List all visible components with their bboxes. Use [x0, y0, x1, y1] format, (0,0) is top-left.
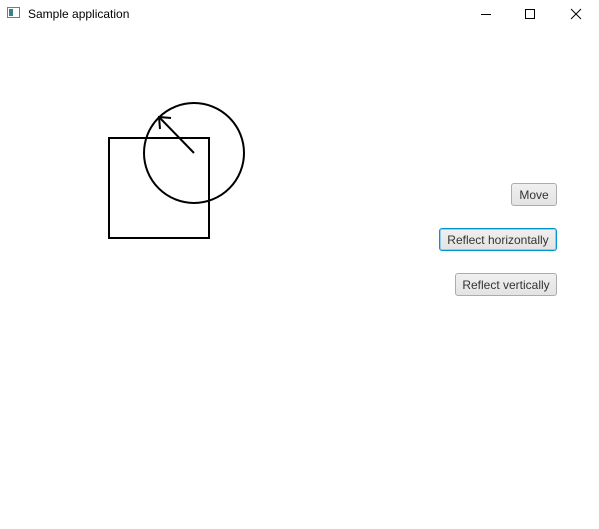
- close-icon: [570, 8, 582, 20]
- arrow-shape: [157, 115, 195, 154]
- title-bar[interactable]: Sample application: [0, 0, 599, 28]
- reflect-vertically-button[interactable]: Reflect vertically: [455, 273, 557, 296]
- application-window: Sample application Move Reflect horizont…: [0, 0, 599, 529]
- maximize-button[interactable]: [507, 0, 553, 28]
- window-title: Sample application: [28, 7, 130, 21]
- maximize-icon: [525, 9, 535, 19]
- minimize-button[interactable]: [463, 0, 509, 28]
- reflect-horizontally-button[interactable]: Reflect horizontally: [439, 228, 557, 251]
- minimize-icon: [481, 14, 491, 15]
- close-button[interactable]: [553, 0, 599, 28]
- app-window-icon: [7, 7, 20, 18]
- move-button[interactable]: Move: [511, 183, 557, 206]
